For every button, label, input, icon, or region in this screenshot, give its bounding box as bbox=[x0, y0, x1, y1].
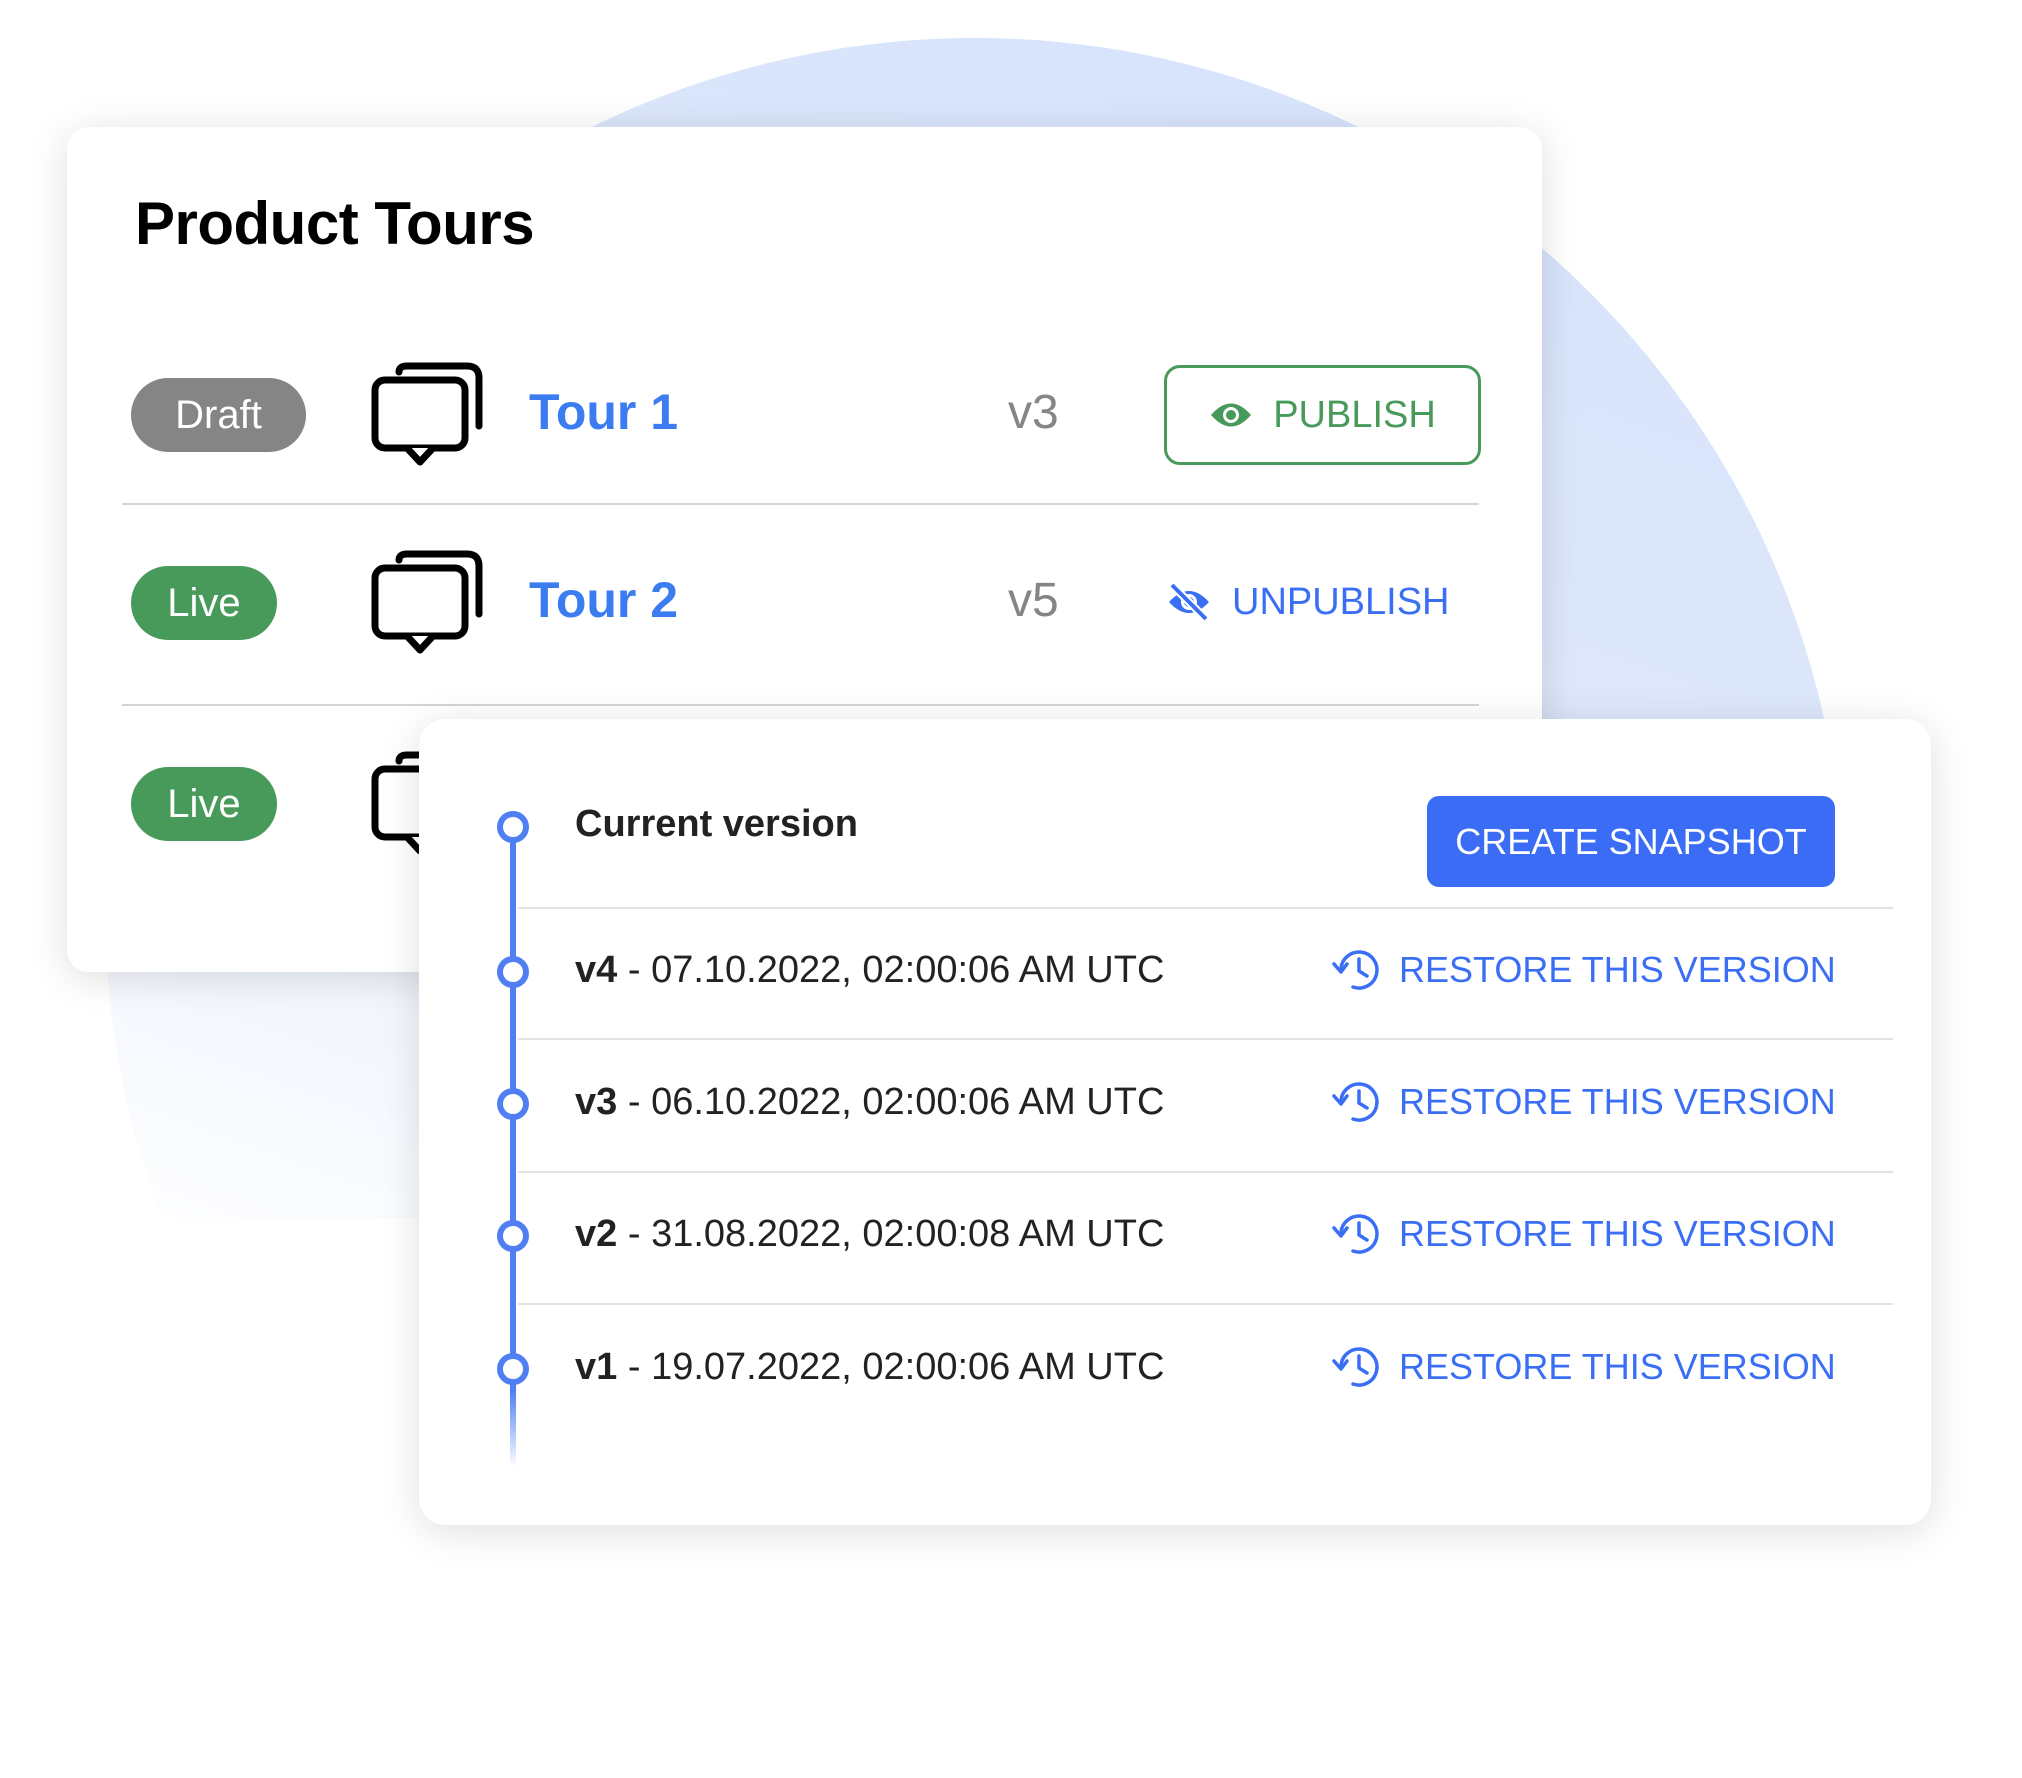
version-id: v1 bbox=[575, 1346, 618, 1388]
separator: - bbox=[617, 1213, 652, 1255]
version-history-panel: Current version CREATE SNAPSHOT v4 - 07.… bbox=[419, 719, 1931, 1525]
tour-version: v3 bbox=[1008, 386, 1059, 439]
row-divider bbox=[518, 907, 1893, 909]
timeline-dot bbox=[497, 811, 529, 843]
status-badge-draft: Draft bbox=[131, 378, 306, 452]
chat-bubbles-icon bbox=[371, 362, 483, 466]
publish-button[interactable]: PUBLISH bbox=[1164, 365, 1481, 465]
separator: - bbox=[617, 1081, 652, 1123]
publish-label: PUBLISH bbox=[1273, 393, 1436, 436]
version-timestamp: 07.10.2022, 02:00:06 AM UTC bbox=[651, 949, 1165, 991]
history-icon bbox=[1332, 1082, 1379, 1122]
version-entry: v2 - 31.08.2022, 02:00:08 AM UTC bbox=[575, 1213, 1164, 1256]
version-entry: v3 - 06.10.2022, 02:00:06 AM UTC bbox=[575, 1081, 1164, 1124]
status-badge-live: Live bbox=[131, 566, 277, 640]
eye-icon bbox=[1211, 403, 1252, 427]
page-title: Product Tours bbox=[135, 190, 535, 257]
timeline-dot bbox=[497, 1088, 529, 1120]
timeline-dot bbox=[497, 956, 529, 988]
history-icon bbox=[1332, 950, 1379, 990]
row-divider bbox=[518, 1038, 1893, 1040]
unpublish-button[interactable]: UNPUBLISH bbox=[1166, 572, 1450, 632]
timeline-dot bbox=[497, 1353, 529, 1385]
tour-name-link[interactable]: Tour 2 bbox=[529, 571, 678, 629]
restore-version-button[interactable]: RESTORE THIS VERSION bbox=[1331, 1209, 1836, 1259]
version-id: v3 bbox=[575, 1081, 618, 1123]
timeline-dot bbox=[497, 1220, 529, 1252]
row-divider bbox=[122, 704, 1479, 706]
restore-label: RESTORE THIS VERSION bbox=[1399, 1213, 1836, 1254]
eye-slash-icon bbox=[1169, 582, 1209, 622]
row-divider bbox=[518, 1303, 1893, 1305]
tour-row: Draft Tour 1 v3 PUBLISH bbox=[67, 362, 1542, 466]
status-badge-live: Live bbox=[131, 767, 277, 841]
version-id: v2 bbox=[575, 1213, 618, 1255]
restore-label: RESTORE THIS VERSION bbox=[1399, 1346, 1836, 1387]
history-icon bbox=[1332, 1347, 1379, 1387]
version-id: v4 bbox=[575, 949, 618, 991]
create-snapshot-button[interactable]: CREATE SNAPSHOT bbox=[1427, 796, 1835, 887]
restore-label: RESTORE THIS VERSION bbox=[1399, 949, 1836, 990]
separator: - bbox=[617, 1346, 652, 1388]
version-entry: v4 - 07.10.2022, 02:00:06 AM UTC bbox=[575, 949, 1164, 992]
tour-name-link[interactable]: Tour 1 bbox=[529, 383, 678, 441]
chat-bubbles-icon bbox=[371, 550, 483, 654]
restore-version-button[interactable]: RESTORE THIS VERSION bbox=[1331, 945, 1836, 995]
tour-version: v5 bbox=[1008, 574, 1059, 627]
restore-version-button[interactable]: RESTORE THIS VERSION bbox=[1331, 1342, 1836, 1392]
unpublish-label: UNPUBLISH bbox=[1232, 580, 1450, 623]
row-divider bbox=[122, 503, 1479, 505]
restore-label: RESTORE THIS VERSION bbox=[1399, 1081, 1836, 1122]
history-icon bbox=[1332, 1214, 1379, 1254]
version-timestamp: 19.07.2022, 02:00:06 AM UTC bbox=[651, 1346, 1165, 1388]
tour-row: Live Tour 2 v5 UNPUBLISH bbox=[67, 550, 1542, 654]
restore-version-button[interactable]: RESTORE THIS VERSION bbox=[1331, 1077, 1836, 1127]
version-timestamp: 31.08.2022, 02:00:08 AM UTC bbox=[651, 1213, 1165, 1255]
current-version-label: Current version bbox=[575, 803, 858, 845]
version-entry: v1 - 19.07.2022, 02:00:06 AM UTC bbox=[575, 1346, 1164, 1389]
separator: - bbox=[617, 949, 652, 991]
version-timestamp: 06.10.2022, 02:00:06 AM UTC bbox=[651, 1081, 1165, 1123]
row-divider bbox=[518, 1171, 1893, 1173]
